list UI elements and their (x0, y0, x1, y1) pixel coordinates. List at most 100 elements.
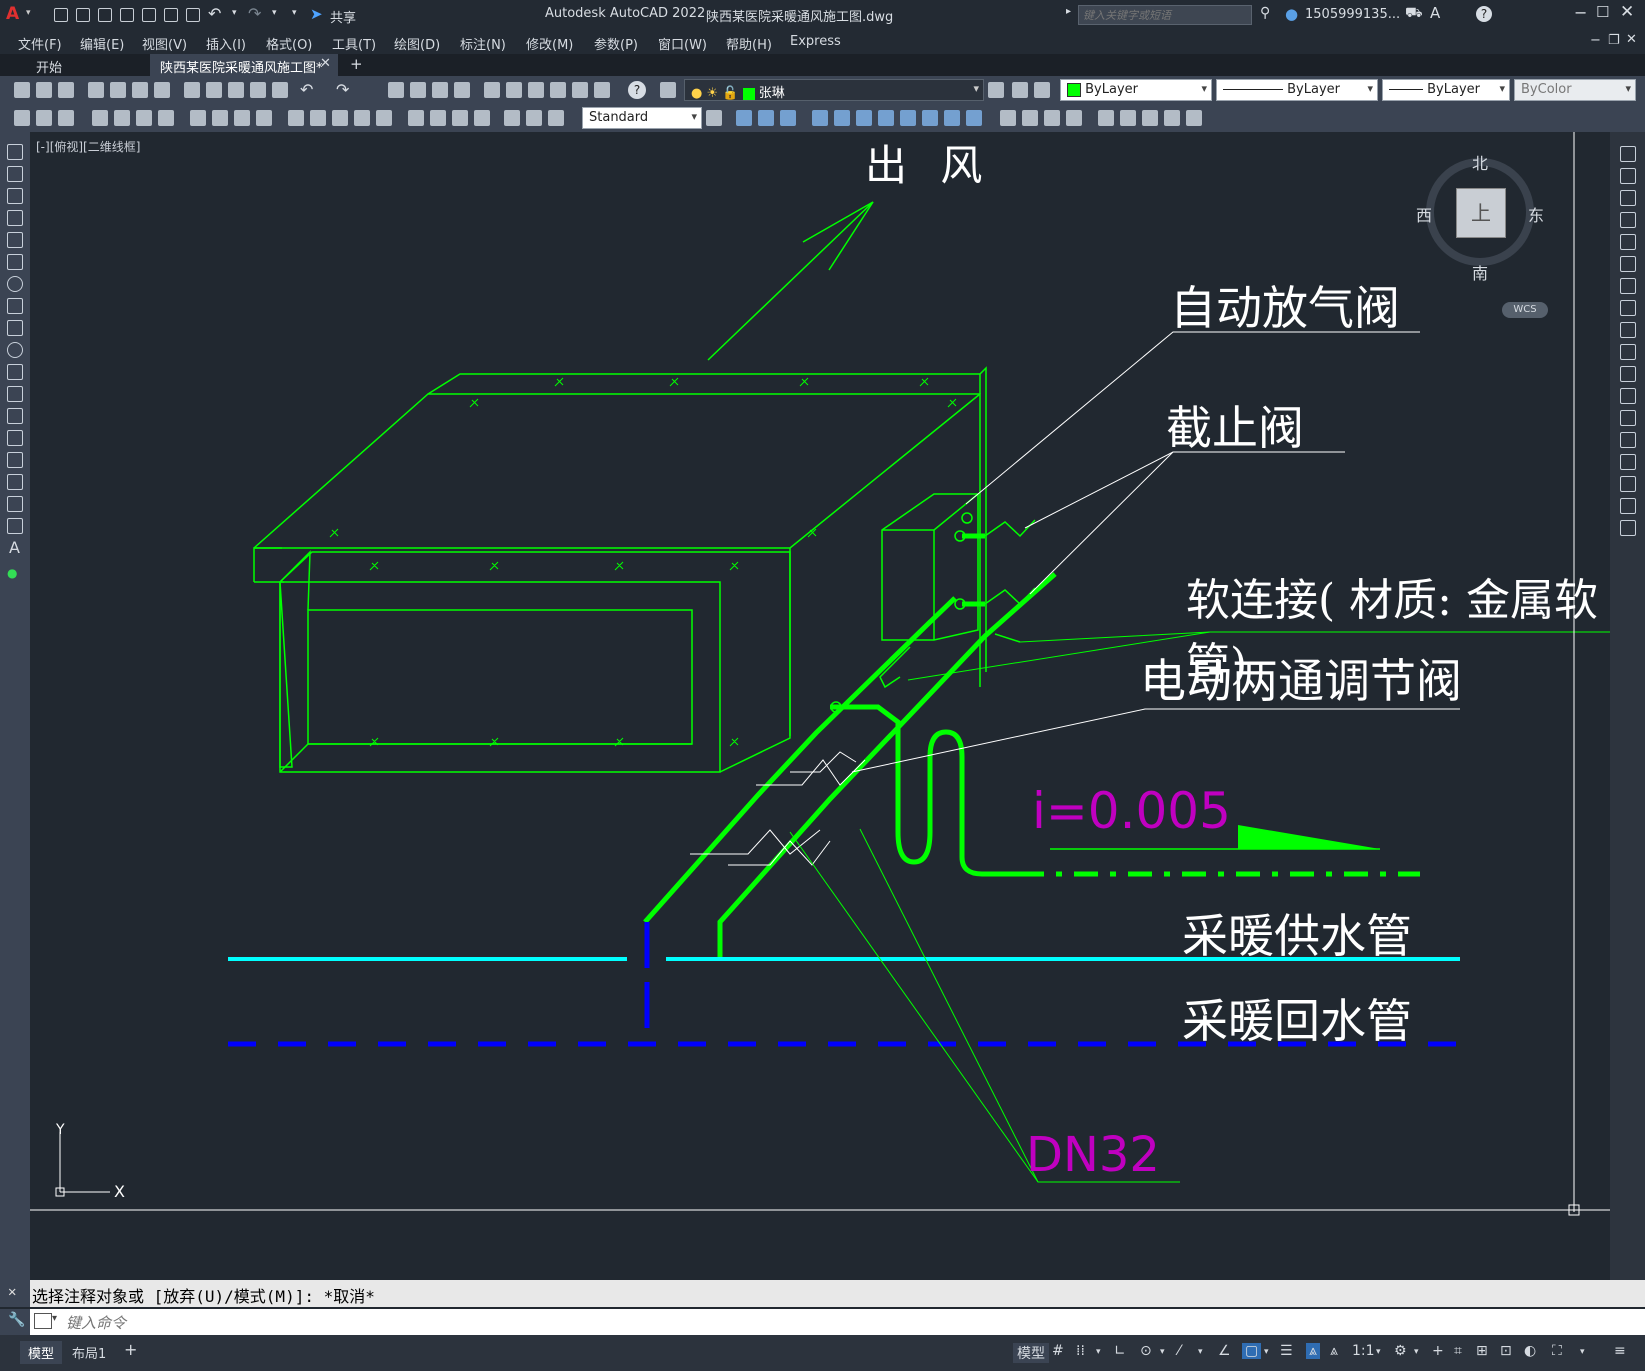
cut-icon[interactable] (184, 82, 200, 98)
jogged-dimension-icon[interactable] (212, 110, 228, 126)
zoom-previous-icon[interactable] (454, 82, 470, 98)
help-icon[interactable]: ? (1476, 6, 1492, 22)
workspace-dropdown-icon[interactable]: ▾ (1414, 1347, 1419, 1357)
save-as-icon[interactable] (120, 8, 134, 22)
construction-line-icon[interactable] (7, 166, 23, 182)
viewcube-face-top[interactable]: 上 (1456, 188, 1506, 238)
zoom-window-icon[interactable] (432, 82, 448, 98)
cart-icon[interactable]: ⛟ (1405, 5, 1423, 23)
workspace-gear-icon[interactable]: ⚙ (1394, 1343, 1407, 1359)
ucs-view-icon[interactable] (922, 110, 938, 126)
menu-help[interactable]: 帮助(H) (726, 34, 772, 53)
new-file-icon[interactable] (54, 8, 68, 22)
undo-dropdown-icon[interactable]: ▾ (232, 8, 237, 18)
save-icon[interactable] (98, 8, 112, 22)
isodraft-icon[interactable]: ⁄ (1178, 1343, 1180, 1359)
tab-model[interactable]: 模型 (20, 1341, 63, 1364)
viewcube-west[interactable]: 西 (1416, 202, 1432, 226)
arc-icon[interactable] (7, 254, 23, 270)
command-input[interactable] (64, 1311, 1628, 1335)
mirror-icon[interactable] (1620, 190, 1636, 206)
save-web-icon[interactable] (164, 8, 178, 22)
ellipse-icon[interactable] (7, 342, 23, 358)
autocad-logo-icon[interactable]: A (6, 4, 19, 24)
open-file-icon[interactable] (76, 8, 90, 22)
inspection-icon[interactable] (452, 110, 468, 126)
plot-icon[interactable] (186, 8, 200, 22)
autodesk-app-icon[interactable]: A (1430, 4, 1440, 22)
osnap-icon[interactable]: ▢ (1242, 1343, 1262, 1359)
fullscreen-icon[interactable]: ⛶ (1552, 1343, 1562, 1359)
quick-properties-icon[interactable]: ⊞ (1476, 1343, 1488, 1359)
ucs-icon[interactable] (812, 110, 828, 126)
command-close-icon[interactable]: ✕ (8, 1284, 16, 1300)
dimension-text-edit-icon[interactable] (526, 110, 542, 126)
undo-tb-icon[interactable]: ↶ (300, 80, 313, 99)
hatch-icon[interactable] (7, 452, 23, 468)
layer-unisolate-icon[interactable] (58, 110, 74, 126)
hide-icon[interactable] (1022, 110, 1038, 126)
chamfer-icon[interactable] (1620, 454, 1636, 470)
radius-dimension-icon[interactable] (190, 110, 206, 126)
draworder-back-icon[interactable] (758, 110, 774, 126)
undo-icon[interactable]: ↶ (208, 4, 221, 23)
revision-cloud-icon[interactable] (7, 298, 23, 314)
view-top-icon[interactable] (1098, 110, 1114, 126)
draworder-above-icon[interactable] (780, 110, 796, 126)
view-left-icon[interactable] (1142, 110, 1158, 126)
lock-ui-icon[interactable]: ⊡ (1500, 1343, 1512, 1359)
design-center-icon[interactable] (506, 82, 522, 98)
tab-close-icon[interactable]: ✕ (320, 56, 331, 71)
layer-properties-icon[interactable] (660, 82, 676, 98)
dimension-break-icon[interactable] (376, 110, 392, 126)
layer-states-icon[interactable] (1034, 82, 1050, 98)
recent-commands-dropdown-icon[interactable]: ▾ (52, 1313, 57, 1324)
print-icon[interactable] (88, 82, 104, 98)
angular-dimension-icon[interactable] (256, 110, 272, 126)
menu-format[interactable]: 格式(O) (266, 34, 312, 53)
viewcube-east[interactable]: 东 (1528, 202, 1544, 226)
open-icon[interactable] (36, 82, 52, 98)
menu-insert[interactable]: 插入(I) (206, 34, 246, 53)
osnap-dropdown-icon[interactable]: ▾ (1264, 1347, 1269, 1357)
circle-icon[interactable] (7, 276, 23, 292)
viewcube-north[interactable]: 北 (1472, 150, 1488, 174)
viewcube-south[interactable]: 南 (1472, 260, 1488, 284)
tab-document[interactable]: 陕西某医院采暖通风施工图* ✕ (150, 54, 338, 76)
menu-draw[interactable]: 绘图(D) (394, 34, 440, 53)
line-icon[interactable] (7, 144, 23, 160)
color-dropdown[interactable]: ByLayer ▾ (1060, 79, 1212, 101)
draworder-front-icon[interactable] (736, 110, 752, 126)
dimension-style-icon[interactable] (706, 110, 722, 126)
user-account[interactable]: 1505999135... (1305, 7, 1400, 22)
share-button[interactable]: 共享 (330, 7, 356, 26)
save-tb-icon[interactable] (58, 82, 74, 98)
make-block-icon[interactable] (7, 408, 23, 424)
publish-icon[interactable] (132, 82, 148, 98)
break-icon[interactable] (1620, 410, 1636, 426)
isodraft-dropdown-icon[interactable]: ▾ (1198, 1347, 1203, 1357)
erase-icon[interactable] (1620, 146, 1636, 162)
annotation-monitor-plus-icon[interactable]: + (1432, 1343, 1444, 1359)
menu-window[interactable]: 窗口(W) (658, 34, 707, 53)
rotate-icon[interactable] (1620, 278, 1636, 294)
ucs-origin-icon[interactable] (944, 110, 960, 126)
annotation-scale[interactable]: 1:1 (1352, 1343, 1375, 1359)
quick-dimension-icon[interactable] (288, 110, 304, 126)
grid-icon[interactable]: # (1052, 1343, 1064, 1359)
print-preview-icon[interactable] (110, 82, 126, 98)
break-at-point-icon[interactable] (1620, 388, 1636, 404)
view-bottom-icon[interactable] (1120, 110, 1136, 126)
join-icon[interactable] (1620, 432, 1636, 448)
baseline-dimension-icon[interactable] (310, 110, 326, 126)
customize-qat-icon[interactable]: ▾ (292, 8, 297, 18)
polygon-icon[interactable] (7, 210, 23, 226)
blend-curves-icon[interactable] (1620, 498, 1636, 514)
realistic-icon[interactable] (1066, 110, 1082, 126)
block-editor-icon[interactable] (272, 82, 288, 98)
snap-icon[interactable]: ⁞⁞ (1076, 1343, 1085, 1359)
ucs-zaxis-icon[interactable] (966, 110, 982, 126)
tab-layout1[interactable]: 布局1 (72, 1343, 106, 1362)
doc-close-icon[interactable]: ✕ (1626, 32, 1637, 47)
continue-dimension-icon[interactable] (332, 110, 348, 126)
